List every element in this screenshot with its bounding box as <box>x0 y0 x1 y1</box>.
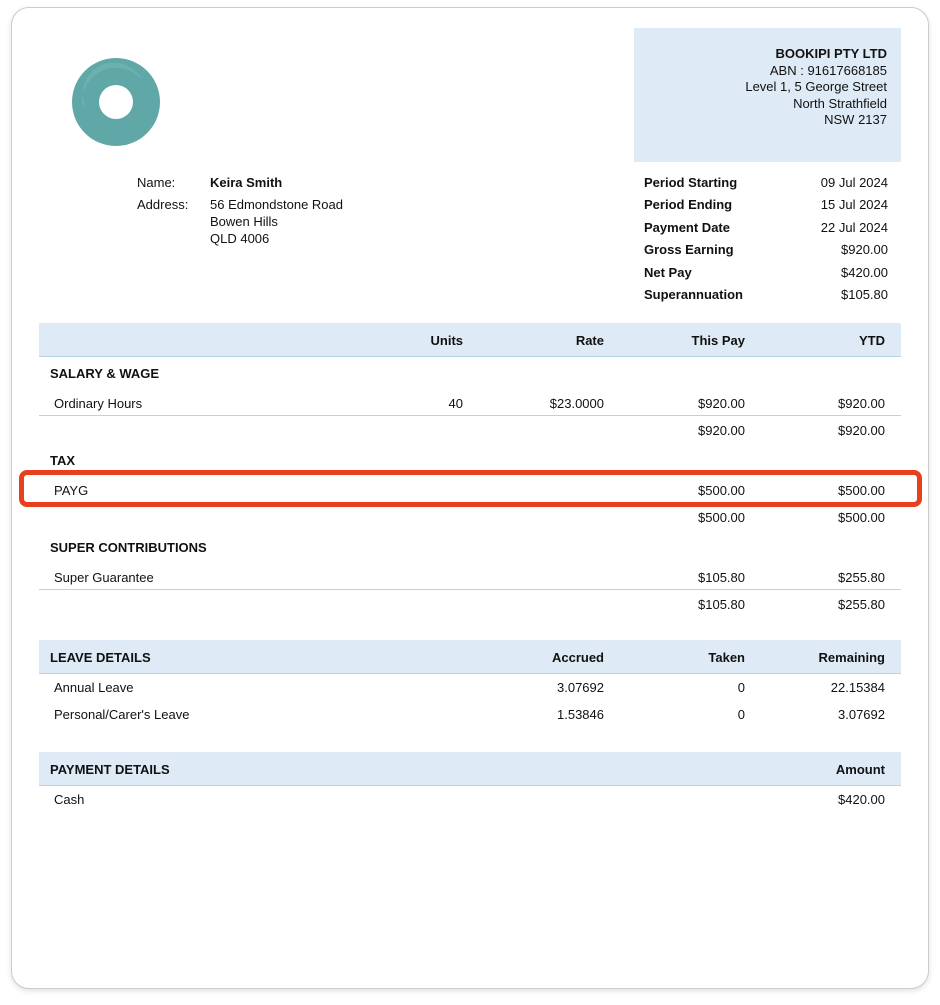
salary-item-rate: $23.0000 <box>549 396 604 411</box>
payment-section-title: PAYMENT DETAILS <box>50 762 170 777</box>
ytd-header: YTD <box>859 333 885 348</box>
summary-value: $920.00 <box>841 242 888 258</box>
employee-labels: Name: Address: <box>137 174 188 213</box>
remaining-header: Remaining <box>818 650 885 665</box>
salary-section-title: SALARY & WAGE <box>50 366 160 381</box>
summary-value: $420.00 <box>841 264 888 280</box>
employee-address-line1: 56 Edmondstone Road <box>210 197 343 212</box>
summary-label: Payment Date <box>644 219 730 235</box>
salary-total-ytd: $920.00 <box>838 423 885 438</box>
company-abn: ABN : 91617668185 <box>769 62 887 78</box>
tax-section-title: TAX <box>50 453 76 468</box>
company-address-line3: NSW 2137 <box>824 112 887 127</box>
this-pay-header: This Pay <box>691 333 745 348</box>
earnings-header <box>39 323 901 357</box>
super-total-ytd: $255.80 <box>838 597 885 612</box>
salary-item-units: 40 <box>448 396 463 411</box>
employee-address-line3: QLD 4006 <box>210 231 270 246</box>
divider <box>39 415 901 416</box>
amount-header: Amount <box>835 762 885 777</box>
tax-total-ytd: $500.00 <box>838 510 885 525</box>
company-address-line2: North Strathfield <box>793 95 887 111</box>
leave-row-taken: 0 <box>737 680 745 695</box>
company-name: BOOKIPI PTY LTD <box>775 46 887 61</box>
salary-item-label: Ordinary Hours <box>54 396 143 411</box>
salary-item-this-pay: $920.00 <box>698 396 745 411</box>
summary-label: Period Ending <box>644 197 733 213</box>
rate-header: Rate <box>575 333 604 348</box>
leave-row-remaining: 22.15384 <box>830 680 885 695</box>
super-item-ytd: $255.80 <box>838 570 885 585</box>
leave-row-remaining: 3.07692 <box>838 707 885 722</box>
summary-row: Period Starting 09 Jul 2024 <box>644 174 888 196</box>
company-logo <box>72 58 160 146</box>
super-section-title: SUPER CONTRIBUTIONS <box>50 540 207 555</box>
summary-row: Payment Date 22 Jul 2024 <box>644 219 888 241</box>
leave-section-title: LEAVE DETAILS <box>50 650 151 665</box>
leave-row-label: Personal/Carer's Leave <box>54 707 190 722</box>
summary-row: Period Ending 15 Jul 2024 <box>644 196 888 218</box>
summary-row: Net Pay $420.00 <box>644 264 888 286</box>
company-info: BOOKIPI PTY LTD ABN : 91617668185 Level … <box>634 28 901 162</box>
name-label: Name: <box>137 175 176 190</box>
summary-label: Superannuation <box>644 286 743 302</box>
summary-value: 15 Jul 2024 <box>820 197 888 213</box>
summary-value: 09 Jul 2024 <box>820 175 888 190</box>
payment-row-amount: $420.00 <box>838 792 885 807</box>
summary-label: Gross Earning <box>644 242 734 258</box>
address-label: Address: <box>137 197 189 212</box>
pay-summary: Period Starting 09 Jul 2024 Period Ending… <box>644 174 888 308</box>
tax-total-this-pay: $500.00 <box>698 510 745 525</box>
leave-header <box>39 640 901 674</box>
payment-row-label: Cash <box>54 792 85 807</box>
accrued-header: Accrued <box>551 650 604 665</box>
payg-row-highlight <box>19 470 922 507</box>
summary-row: Superannuation $105.80 <box>644 286 888 308</box>
leave-row-accrued: 1.53846 <box>557 707 604 722</box>
employee-address-line2: Bowen Hills <box>210 214 278 229</box>
summary-label: Period Starting <box>644 175 738 190</box>
summary-row: Gross Earning $920.00 <box>644 241 888 263</box>
divider <box>39 589 901 590</box>
super-item-this-pay: $105.80 <box>698 570 745 585</box>
summary-value: 22 Jul 2024 <box>820 219 888 235</box>
summary-label: Net Pay <box>644 264 692 280</box>
super-item-label: Super Guarantee <box>54 570 154 585</box>
taken-header: Taken <box>708 650 745 665</box>
leave-row-accrued: 3.07692 <box>557 680 604 695</box>
salary-total-this-pay: $920.00 <box>698 423 745 438</box>
leave-row-taken: 0 <box>737 707 745 722</box>
leave-row-label: Annual Leave <box>54 680 134 695</box>
units-header: Units <box>430 333 464 348</box>
company-address-line1: Level 1, 5 George Street <box>745 79 887 94</box>
super-total-this-pay: $105.80 <box>698 597 745 612</box>
employee-name: Keira Smith <box>210 175 283 190</box>
employee-values: Keira Smith 56 Edmondstone Road Bowen Hi… <box>210 174 343 247</box>
summary-value: $105.80 <box>841 286 888 302</box>
salary-item-ytd: $920.00 <box>838 396 885 411</box>
